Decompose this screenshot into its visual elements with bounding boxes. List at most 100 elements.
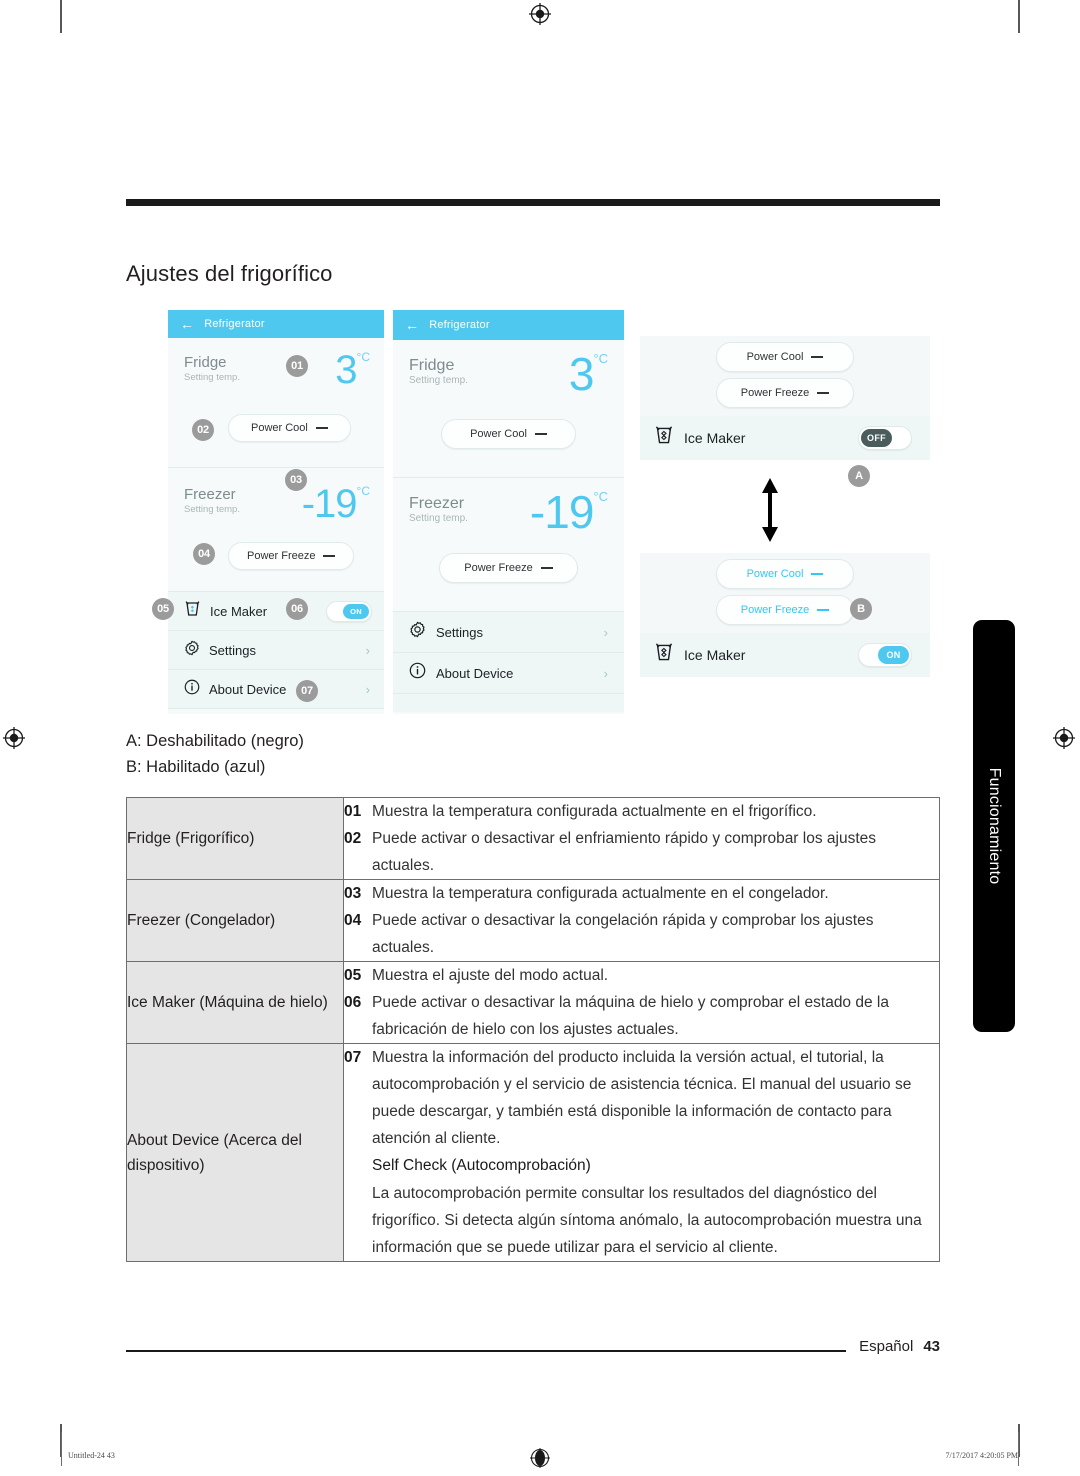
print-timestamp: 7/17/2017 4:20:05 PM [945, 1451, 1018, 1460]
header-rule [126, 199, 940, 206]
callout-badge-06: 06 [286, 598, 308, 620]
detail-a-power-cool-button[interactable]: Power Cool [715, 342, 855, 372]
detail-a-ice-maker-row[interactable]: Ice Maker OFF [640, 416, 930, 460]
screen1-ice-maker-toggle[interactable]: ON [326, 600, 372, 622]
registration-mark-bottom [529, 1447, 551, 1469]
print-frame-line-right [1018, 1432, 1019, 1466]
legend-line-a: A: Deshabilitado (negro) [126, 732, 304, 750]
detail-b-ice-maker-label: Ice Maker [684, 647, 746, 663]
table-key-ice-maker: Ice Maker (Máquina de hielo) [126, 961, 344, 1044]
self-check-paragraph: La autocomprobación permite consultar lo… [372, 1185, 922, 1256]
screen2-title-label: Refrigerator [429, 319, 490, 331]
print-file-name: Untitled-24 43 [68, 1451, 115, 1460]
screen2-fridge-value: 3 [568, 348, 595, 400]
item-number: 06 [344, 994, 362, 1011]
registration-mark-top [529, 3, 551, 25]
footer-rule [126, 1350, 846, 1352]
print-frame-line-left [61, 1432, 62, 1466]
screen1-freezer-sublabel: Setting temp. [184, 504, 240, 515]
screen2-about-row[interactable]: About Device › [393, 653, 624, 694]
screen1-power-cool-label: Power Cool [251, 422, 308, 434]
screen1-title-label: Refrigerator [204, 318, 265, 330]
detail-b-power-cool-button[interactable]: Power Cool [715, 559, 855, 589]
callout-badge-01: 01 [286, 355, 308, 377]
screen2-about-label: About Device [436, 665, 514, 681]
table-value-about-device: 07 Muestra la información del producto i… [343, 1043, 940, 1262]
chevron-right-icon: › [365, 681, 370, 697]
toggle-knob: ON [343, 603, 369, 619]
screen2-fridge-sublabel: Setting temp. [409, 375, 468, 386]
item-number: 04 [344, 912, 362, 929]
list-item: 02 Puede activar o desactivar el enfriam… [344, 825, 939, 879]
callout-badge-04: 04 [193, 543, 215, 565]
info-icon [184, 679, 200, 700]
info-icon [409, 662, 426, 684]
dash-icon [315, 427, 328, 429]
page-title: Ajustes del frigorífico [126, 261, 333, 286]
callout-badge-02: 02 [192, 419, 214, 441]
list-item: 01 Muestra la temperatura configurada ac… [344, 798, 939, 825]
detail-a-power-freeze-label: Power Freeze [740, 387, 810, 399]
side-tab-label: Funcionamiento [986, 767, 1003, 885]
dash-icon [534, 433, 547, 435]
screen2-settings-row[interactable]: Settings › [393, 612, 624, 653]
screen1-power-freeze-label: Power Freeze [247, 550, 316, 562]
gear-icon [409, 621, 426, 643]
up-down-arrow-icon [758, 478, 782, 547]
screen1-about-row[interactable]: About Device › [168, 670, 384, 709]
list-item: 05 Muestra el ajuste del modo actual. [344, 962, 939, 989]
back-arrow-icon[interactable]: ← [180, 317, 194, 331]
chevron-right-icon: › [603, 665, 608, 681]
item-number: 03 [344, 885, 362, 902]
table-row: Fridge (Frigorífico) 01 Muestra la tempe… [126, 797, 940, 880]
footer: Español 43 [859, 1338, 940, 1355]
screen1-settings-row[interactable]: Settings › [168, 631, 384, 670]
item-number: 05 [344, 967, 362, 984]
screen1-about-label: About Device [209, 681, 287, 697]
screen1-ice-maker-label: Ice Maker [210, 603, 268, 619]
dash-icon [811, 573, 824, 575]
side-tab-chapter: Funcionamiento [973, 620, 1015, 1032]
callout-badge-a: A [848, 465, 870, 487]
detail-b-power-freeze-button[interactable]: Power Freeze [715, 595, 855, 625]
table-key-fridge: Fridge (Frigorífico) [126, 797, 344, 880]
screen2-freezer-unit: °C [593, 489, 608, 504]
screen1-titlebar: ← Refrigerator [168, 310, 384, 338]
screen2-power-cool-button[interactable]: Power Cool [441, 419, 576, 449]
detail-b-power-freeze-label: Power Freeze [740, 604, 810, 616]
legend: A: Deshabilitado (negro) B: Habilitado (… [126, 728, 304, 780]
screen2-freezer-label: Freezer [409, 495, 465, 512]
screen2-power-freeze-button[interactable]: Power Freeze [439, 553, 578, 583]
screen2-freezer-block: Freezer Setting temp. -19°C Power Freeze [393, 478, 624, 612]
screen2-power-cool-label: Power Cool [470, 428, 527, 440]
list-item: 06 Puede activar o desactivar la máquina… [344, 989, 939, 1043]
screen1-fridge-sublabel: Setting temp. [184, 372, 240, 383]
chevron-right-icon: › [365, 642, 370, 658]
gear-icon [184, 640, 200, 661]
footer-language: Español [859, 1338, 914, 1355]
detail-b-ice-maker-toggle[interactable]: ON [858, 643, 912, 667]
detail-a-ice-maker-toggle[interactable]: OFF [858, 426, 912, 450]
back-arrow-icon[interactable]: ← [405, 318, 419, 332]
callout-badge-07: 07 [296, 680, 318, 702]
item-text: Muestra la temperatura configurada actua… [372, 803, 817, 820]
screen1-fridge-value: 3 [335, 348, 357, 392]
screen1-ice-maker-row[interactable]: Ice Maker ON [168, 592, 384, 631]
dash-icon [540, 567, 553, 569]
item-text: Muestra el ajuste del modo actual. [372, 967, 609, 984]
screen2-fridge-block: Fridge Setting temp. 3°C Power Cool [393, 340, 624, 478]
detail-b-ice-maker-row[interactable]: Ice Maker ON [640, 633, 930, 677]
screen1-power-cool-button[interactable]: Power Cool [228, 414, 351, 442]
item-text: Puede activar o desactivar el enfriamien… [372, 830, 877, 874]
table-row: About Device (Acerca del dispositivo) 07… [126, 1043, 940, 1262]
table-row: Ice Maker (Máquina de hielo) 05 Muestra … [126, 961, 940, 1044]
reference-table: Fridge (Frigorífico) 01 Muestra la tempe… [126, 797, 940, 1262]
item-text: Muestra la temperatura configurada actua… [372, 885, 829, 902]
dash-icon [811, 356, 824, 358]
screen1-settings-label: Settings [209, 642, 256, 658]
list-item: 03 Muestra la temperatura configurada ac… [344, 880, 939, 907]
item-number: 01 [344, 803, 362, 820]
screen1-power-freeze-button[interactable]: Power Freeze [228, 542, 355, 570]
screen1-freezer-block: Freezer Setting temp. -19°C Power Freeze [168, 468, 384, 592]
detail-a-power-freeze-button[interactable]: Power Freeze [715, 378, 855, 408]
